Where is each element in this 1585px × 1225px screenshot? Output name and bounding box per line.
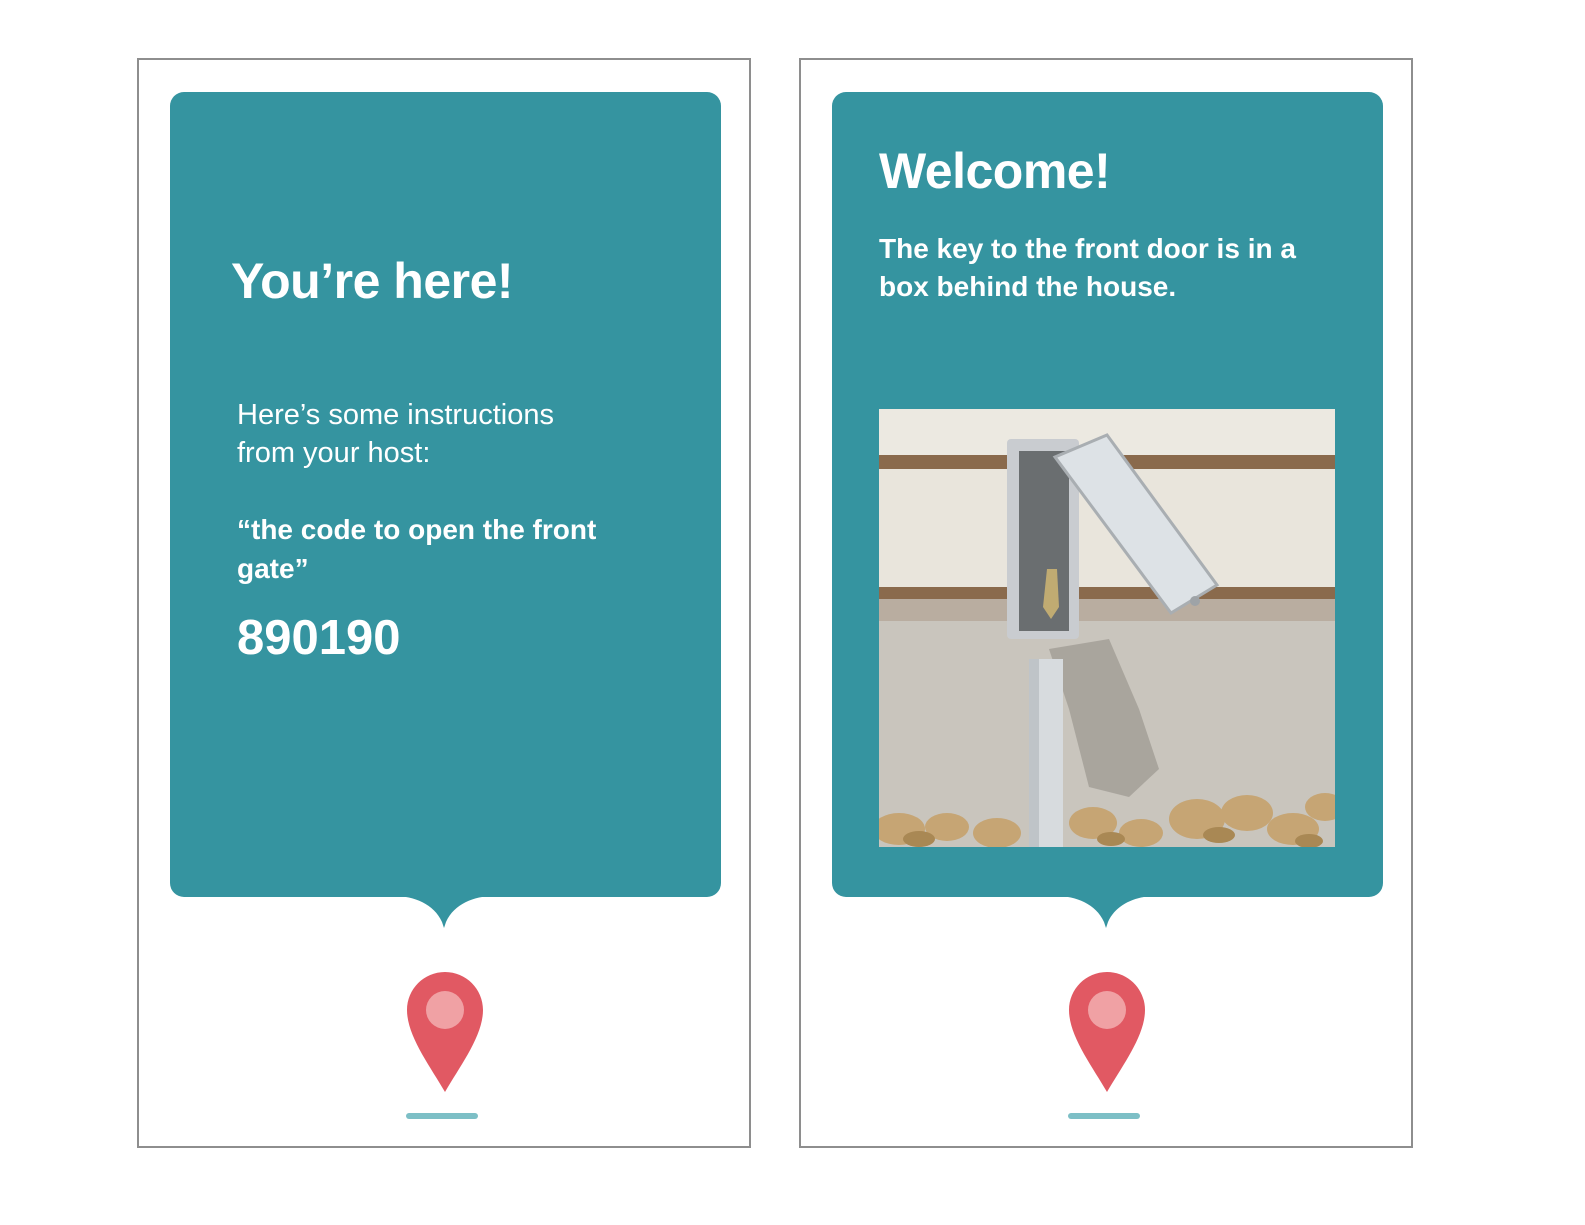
key-location-text: The key to the front door is in a box be… bbox=[879, 233, 1296, 302]
host-quote-text: “the code to open the front gate” bbox=[237, 514, 597, 584]
page-title: You’re here! bbox=[231, 253, 514, 309]
host-intro-text: Here’s some instructions from your host: bbox=[237, 399, 554, 469]
phone-screen-instructions: You’re here! Here’s some instructions fr… bbox=[137, 58, 751, 1148]
gate-code: 890190 bbox=[237, 611, 401, 665]
welcome-card: Welcome! The key to the front door is in… bbox=[832, 92, 1383, 897]
location-pin-icon[interactable] bbox=[1068, 970, 1146, 1094]
card-pointer-arrow bbox=[1056, 896, 1156, 928]
instruction-card: You’re here! Here’s some instructions fr… bbox=[170, 92, 721, 897]
location-pin-icon[interactable] bbox=[406, 970, 484, 1094]
home-indicator[interactable] bbox=[1068, 1113, 1140, 1119]
card-pointer-arrow bbox=[394, 896, 494, 928]
phone-screen-welcome: Welcome! The key to the front door is in… bbox=[799, 58, 1413, 1148]
key-box-photo bbox=[879, 409, 1335, 847]
home-indicator[interactable] bbox=[406, 1113, 478, 1119]
page-title: Welcome! bbox=[879, 143, 1111, 199]
